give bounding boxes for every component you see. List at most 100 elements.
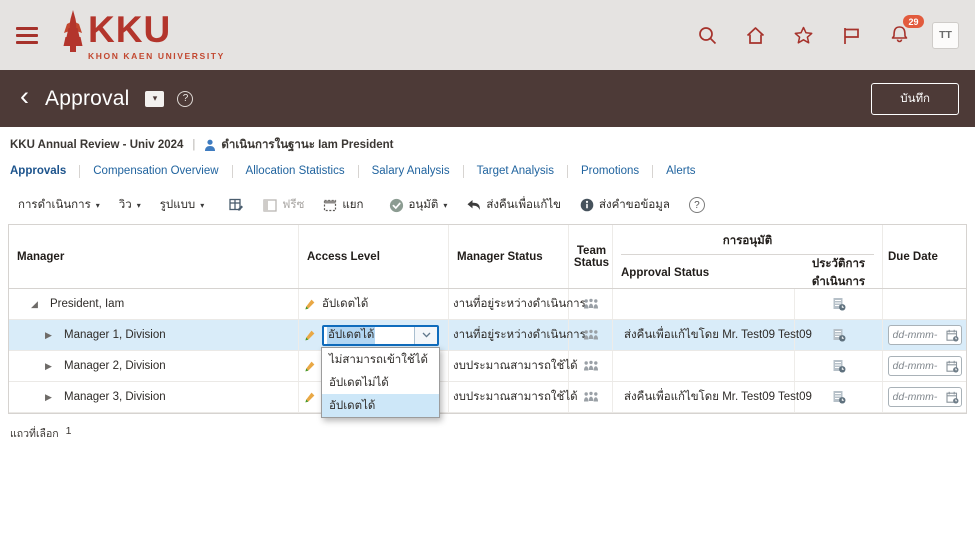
manager-cell[interactable]: ▶ Manager 3, Division (9, 382, 299, 412)
column-header-approval-status: Approval Status (613, 255, 795, 291)
combobox-dropdown-button[interactable] (414, 327, 437, 344)
page-title: Approval (45, 87, 129, 111)
hamburger-menu-icon[interactable] (16, 27, 38, 44)
combobox-value: อัปเดตได้ (327, 327, 375, 344)
page-header-bar: ‹ Approval ▾ ? บันทึก (0, 70, 975, 127)
action-history-cell[interactable] (795, 289, 883, 319)
tab-target-analysis[interactable]: Target Analysis (464, 165, 568, 178)
return-for-correction-button[interactable]: ส่งคืนเพื่อแก้ไข (466, 196, 561, 214)
format-menu[interactable]: รูปแบบ ▾ (160, 196, 205, 214)
avatar[interactable]: TT (932, 22, 959, 49)
column-header-access-level: Access Level (299, 225, 449, 288)
table-footer: แถวที่เลือก 1 (10, 425, 975, 442)
manager-cell[interactable]: ▶ Manager 1, Division (9, 320, 299, 350)
calendar-icon[interactable] (946, 329, 959, 342)
table-row[interactable]: ▶ Manager 1, Division อัปเดตได้ งานที่อย… (9, 320, 966, 351)
team-status-cell[interactable] (569, 382, 613, 412)
request-information-button[interactable]: ส่งคำขอข้อมูล (580, 196, 670, 214)
column-header-manager: Manager (9, 225, 299, 288)
flag-icon[interactable] (841, 25, 862, 46)
caret-down-icon: ▾ (443, 201, 447, 210)
tab-promotions[interactable]: Promotions (568, 165, 653, 178)
due-date-placeholder: dd-mmm- (893, 360, 946, 372)
approval-status-cell (613, 289, 795, 319)
approval-status-cell: ส่งคืนเพื่อแก้ไขโดย Mr. Test09 Test09 (613, 382, 795, 412)
expand-collapse-icon[interactable]: ▶ (45, 361, 56, 372)
tab-alerts[interactable]: Alerts (653, 165, 708, 178)
team-status-cell[interactable] (569, 320, 613, 350)
due-date-input[interactable]: dd-mmm- (888, 356, 962, 376)
team-status-cell[interactable] (569, 289, 613, 319)
manager-cell[interactable]: ◢ President, Iam (9, 289, 299, 319)
dropdown-option[interactable]: ไม่สามารถเข้าใช้ได้ (322, 348, 439, 371)
access-level-combobox[interactable]: อัปเดตได้ (322, 325, 439, 346)
plan-title: KKU Annual Review - Univ 2024 (10, 139, 183, 151)
logo-subtitle: KHON KAEN UNIVERSITY (88, 51, 225, 61)
calendar-icon[interactable] (946, 360, 959, 373)
action-history-cell[interactable] (795, 382, 883, 412)
global-top-bar: KKU KHON KAEN UNIVERSITY 29 TT (0, 0, 975, 70)
tab-compensation-overview[interactable]: Compensation Overview (80, 165, 232, 178)
manager-cell[interactable]: ▶ Manager 2, Division (9, 351, 299, 381)
search-icon[interactable] (697, 25, 718, 46)
table-row[interactable]: ▶ Manager 3, Division งบประมาณสามารถใช้ไ… (9, 382, 966, 413)
manager-status-cell: งานที่อยู่ระหว่างดำเนินการ (449, 320, 569, 350)
toolbar-help-icon[interactable]: ? (689, 197, 705, 213)
pencil-icon (303, 329, 316, 342)
caret-down-icon: ▾ (137, 201, 141, 210)
info-icon (580, 198, 594, 212)
access-level-dropdown: ไม่สามารถเข้าใช้ได้ อัปเดตไม่ได้ อัปเดตไ… (321, 347, 440, 418)
approve-button[interactable]: อนุมัติ ▾ (389, 196, 448, 214)
access-level-value: อัปเดตได้ (322, 295, 368, 313)
approval-status-cell: ส่งคืนเพื่อแก้ไขโดย Mr. Test09 Test09 (613, 320, 795, 350)
action-history-icon (832, 328, 846, 342)
expand-collapse-icon[interactable]: ◢ (31, 299, 42, 310)
actions-menu[interactable]: การดำเนินการ ▾ (18, 196, 100, 214)
view-menu[interactable]: วิว ▾ (119, 196, 141, 214)
column-header-due-date: Due Date (883, 225, 966, 288)
action-history-cell[interactable] (795, 351, 883, 381)
selected-rows-count: 1 (66, 425, 72, 442)
column-header-team-status: Team Status (569, 225, 613, 288)
calendar-icon[interactable] (946, 391, 959, 404)
favorites-star-icon[interactable] (793, 25, 814, 46)
manager-name: Manager 2, Division (64, 360, 166, 372)
expand-collapse-icon[interactable]: ▶ (45, 330, 56, 341)
tab-bar: Approvals Compensation Overview Allocati… (0, 157, 975, 187)
home-icon[interactable] (745, 25, 766, 46)
due-date-cell: dd-mmm- (883, 351, 966, 381)
due-date-placeholder: dd-mmm- (893, 329, 946, 341)
freeze-icon (263, 199, 277, 212)
table-edit-icon (229, 198, 244, 212)
detach-button[interactable]: แยก (323, 196, 363, 214)
freeze-button[interactable]: ฟรีซ (263, 196, 304, 214)
action-history-icon (832, 390, 846, 404)
expand-collapse-icon[interactable]: ▶ (45, 392, 56, 403)
table-row[interactable]: ◢ President, Iam อัปเดตได้ งานที่อยู่ระห… (9, 289, 966, 320)
table-row[interactable]: ▶ Manager 2, Division งบประมาณสามารถใช้ไ… (9, 351, 966, 382)
due-date-cell (883, 289, 966, 319)
help-icon[interactable]: ? (177, 91, 193, 107)
kku-logo: KKU KHON KAEN UNIVERSITY (58, 10, 225, 61)
tab-allocation-statistics[interactable]: Allocation Statistics (233, 165, 359, 178)
due-date-input[interactable]: dd-mmm- (888, 387, 962, 407)
group-header-label: การอนุมัติ (613, 225, 882, 250)
column-header-action-history: ประวัติการดำเนินการ (795, 255, 882, 291)
pencil-icon (303, 391, 316, 404)
tab-salary-analysis[interactable]: Salary Analysis (359, 165, 464, 178)
manager-status-cell: งานที่อยู่ระหว่างดำเนินการ (449, 289, 569, 319)
manager-name: Manager 1, Division (64, 329, 166, 341)
manage-columns-button[interactable] (229, 198, 244, 212)
panel-toggle-icon[interactable]: ▾ (145, 91, 164, 107)
team-status-cell[interactable] (569, 351, 613, 381)
back-button[interactable]: ‹ (20, 83, 29, 110)
dropdown-option-highlighted[interactable]: อัปเดตได้ (322, 394, 439, 417)
return-arrow-icon (466, 199, 481, 212)
notifications[interactable]: 29 (889, 22, 910, 48)
tab-approvals[interactable]: Approvals (10, 165, 80, 178)
due-date-input[interactable]: dd-mmm- (888, 325, 962, 345)
action-history-cell[interactable] (795, 320, 883, 350)
chevron-down-icon (422, 332, 431, 338)
save-button[interactable]: บันทึก (871, 83, 959, 115)
dropdown-option[interactable]: อัปเดตไม่ได้ (322, 371, 439, 394)
